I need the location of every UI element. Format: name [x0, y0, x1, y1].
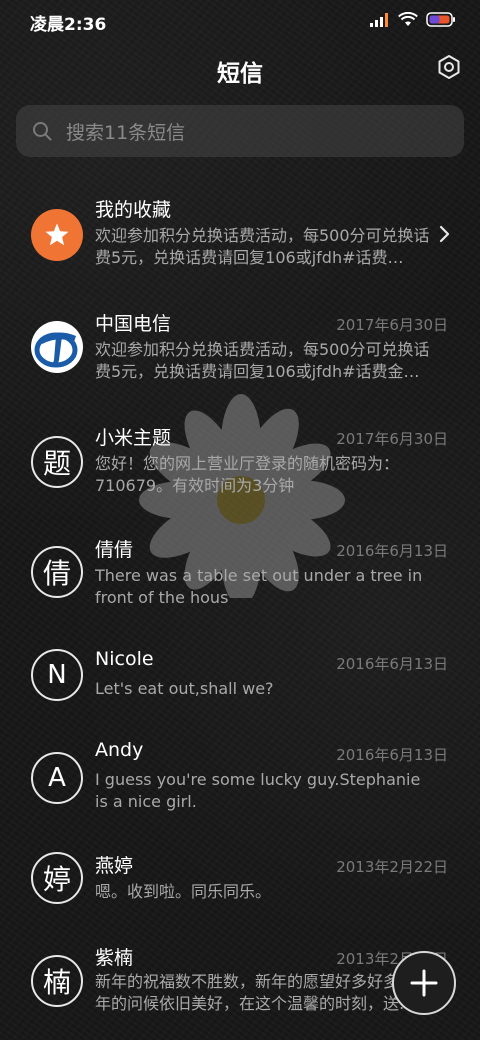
conversation-date: 2016年6月13日	[336, 542, 448, 560]
conversation-name: Nicole	[95, 648, 154, 670]
page-title: 短信	[217, 61, 263, 87]
conversation-preview: 欢迎参加积分兑换话费活动，每500分可兑换话费5元，兑换话费请回复106或jfd…	[95, 340, 430, 381]
wifi-icon	[398, 12, 418, 26]
settings-icon[interactable]	[436, 54, 462, 80]
search-input[interactable]: 搜索11条短信	[66, 118, 185, 145]
avatar: 婷	[31, 852, 83, 904]
plus-icon	[410, 969, 438, 997]
status-time: 凌晨2:36	[30, 15, 107, 35]
conversation-preview: 欢迎参加积分兑换话费活动，每500分可兑换话费5元，兑换话费请回复106或jfd…	[95, 226, 430, 267]
telecom-logo-icon	[34, 332, 78, 368]
conversation-date: 2017年6月30日	[336, 430, 448, 448]
conversation-name: Andy	[95, 739, 144, 761]
signal-icon	[370, 12, 388, 27]
conversation-preview: I guess you're some lucky guy.Stephanie …	[95, 770, 421, 811]
battery-icon	[426, 12, 455, 27]
avatar: 倩	[31, 546, 83, 598]
conversation-preview: 新年的祝福数不胜数，新年的愿望好多好多，新年的问候依旧美好，在这个温馨的时刻，送…	[95, 972, 432, 1013]
conversation-china-telecom[interactable]: 中国电信 2017年6月30日 欢迎参加积分兑换话费活动，每500分可兑换话费5…	[0, 304, 480, 404]
search-bar[interactable]: 搜索11条短信	[16, 105, 464, 157]
conversation-qianqian[interactable]: 倩 倩倩 2016年6月13日 There was a table set ou…	[0, 530, 480, 630]
avatar: A	[31, 752, 83, 804]
new-message-button[interactable]	[392, 951, 456, 1015]
conversation-date: 2017年6月30日	[336, 316, 448, 334]
star-icon	[45, 223, 69, 246]
conversation-preview: 您好！您的网上营业厅登录的随机密码为：710679。有效时间为3分钟	[95, 454, 400, 495]
conversation-preview: 嗯。收到啦。同乐同乐。	[95, 882, 272, 901]
search-icon	[33, 122, 52, 141]
header: 短信	[0, 50, 480, 90]
telecom-avatar	[31, 321, 83, 373]
avatar: N	[31, 649, 83, 701]
favorites-avatar	[31, 209, 83, 261]
conversation-name: 中国电信	[95, 313, 172, 335]
conversation-name: 我的收藏	[95, 199, 172, 221]
conversation-date: 2013年2月22日	[336, 858, 448, 876]
messages-screen: 凌晨2:36 短信 搜索11条短信 我的收藏 欢迎参加积分兑换话费活动，每500…	[0, 0, 480, 1040]
conversation-yanting[interactable]: 婷 燕婷 2013年2月22日 嗯。收到啦。同乐同乐。	[0, 846, 480, 936]
conversation-nicole[interactable]: N Nicole 2016年6月13日 Let's eat out,shall …	[0, 643, 480, 733]
conversation-date: 2016年6月13日	[336, 655, 448, 673]
chevron-right-icon	[439, 225, 450, 243]
conversation-name: 倩倩	[95, 539, 134, 561]
conversation-date: 2016年6月13日	[336, 746, 448, 764]
avatar: 楠	[31, 955, 83, 1007]
avatar: 题	[31, 436, 83, 488]
conversation-name: 紫楠	[95, 947, 134, 969]
conversation-preview: Let's eat out,shall we?	[95, 679, 274, 698]
conversation-favorites[interactable]: 我的收藏 欢迎参加积分兑换话费活动，每500分可兑换话费5元，兑换话费请回复10…	[0, 190, 480, 290]
conversation-name: 燕婷	[95, 855, 134, 877]
conversation-preview: There was a table set out under a tree i…	[95, 566, 423, 607]
conversation-andy[interactable]: A Andy 2016年6月13日 I guess you're some lu…	[0, 734, 480, 834]
status-icons	[370, 12, 456, 27]
conversation-xiaomi-theme[interactable]: 题 小米主题 2017年6月30日 您好！您的网上营业厅登录的随机密码为：710…	[0, 418, 480, 518]
conversation-name: 小米主题	[95, 427, 172, 449]
status-bar: 凌晨2:36	[0, 0, 480, 42]
